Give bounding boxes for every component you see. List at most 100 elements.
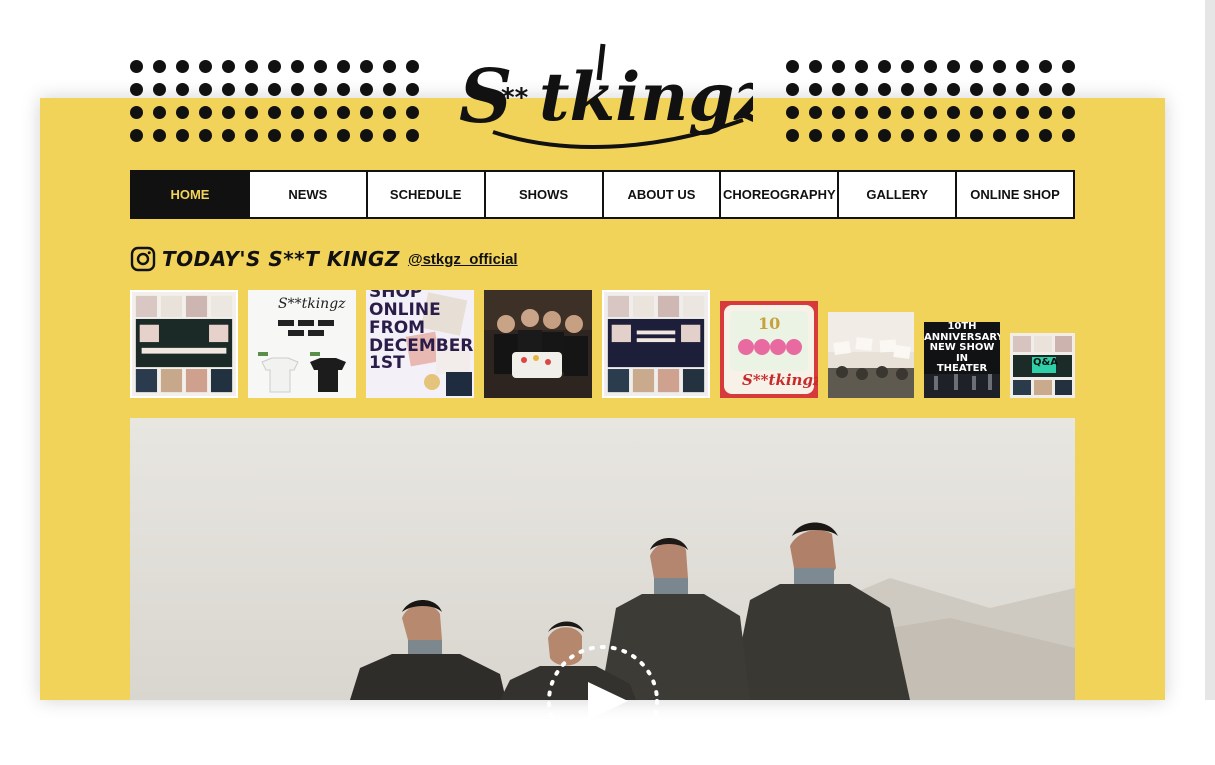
instagram-header: TODAY'S S**T KINGZ @stkgz_official <box>130 244 518 274</box>
dot <box>176 60 189 73</box>
dot <box>1016 60 1029 73</box>
nav-item-home[interactable]: HOME <box>132 172 248 217</box>
instagram-post[interactable]: S**tkingz <box>248 290 356 398</box>
instagram-handle-link[interactable]: @stkgz_official <box>408 251 518 268</box>
dot <box>786 129 799 142</box>
dot <box>878 106 891 119</box>
dot <box>406 83 419 96</box>
instagram-post[interactable] <box>484 290 592 398</box>
post-image <box>828 312 914 398</box>
dot <box>130 106 143 119</box>
dot <box>809 83 822 96</box>
dot <box>1016 83 1029 96</box>
post-image <box>604 292 708 396</box>
play-button[interactable] <box>544 642 662 760</box>
dot <box>809 60 822 73</box>
dot <box>832 83 845 96</box>
dot <box>222 129 235 142</box>
dot <box>993 83 1006 96</box>
dot <box>153 129 166 142</box>
dot <box>406 106 419 119</box>
dot <box>314 106 327 119</box>
dot <box>855 60 868 73</box>
dot <box>878 83 891 96</box>
post-image <box>1010 333 1075 398</box>
dot <box>878 129 891 142</box>
dot <box>1039 129 1052 142</box>
svg-text:S**tkingz: S**tkingz <box>278 296 346 312</box>
nav-item-shows[interactable]: SHOWS <box>485 172 602 217</box>
dot <box>337 83 350 96</box>
nav-item-schedule[interactable]: SCHEDULE <box>367 172 484 217</box>
dot <box>947 106 960 119</box>
dot <box>314 129 327 142</box>
post-image: S**tkingz <box>248 290 356 398</box>
dot <box>360 106 373 119</box>
nav-item-about-us[interactable]: ABOUT US <box>603 172 720 217</box>
instagram-post[interactable]: 10 S**tkingz <box>720 301 818 398</box>
post-image: 10 S**tkingz <box>720 301 818 398</box>
dot <box>291 129 304 142</box>
dot <box>993 60 1006 73</box>
dot <box>245 60 258 73</box>
dot <box>176 129 189 142</box>
instagram-post[interactable]: 10TH ANNIVERSARY NEW SHOW IN THEATER <box>924 322 1000 398</box>
dot <box>832 106 845 119</box>
dot <box>314 83 327 96</box>
dot <box>901 60 914 73</box>
dot <box>291 60 304 73</box>
nav-item-gallery[interactable]: GALLERY <box>839 172 956 217</box>
dot <box>809 106 822 119</box>
dot <box>245 83 258 96</box>
nav-item-choreography[interactable]: CHOREOGRAPHY <box>721 172 838 217</box>
instagram-post[interactable]: Q&A <box>1010 333 1075 398</box>
dot <box>1016 129 1029 142</box>
nav-item-news[interactable]: NEWS <box>249 172 366 217</box>
main-nav: HOME NEWS SCHEDULE SHOWS ABOUT US CHOREOGRAPH… <box>130 170 1075 219</box>
instagram-title: TODAY'S S**T KINGZ <box>162 247 400 271</box>
dot <box>1062 83 1075 96</box>
dot <box>130 129 143 142</box>
dot <box>947 83 960 96</box>
dot <box>924 129 937 142</box>
dot <box>1062 60 1075 73</box>
dot <box>924 60 937 73</box>
dot <box>970 106 983 119</box>
instagram-icon[interactable] <box>130 246 156 272</box>
dot <box>947 129 960 142</box>
dot <box>268 83 281 96</box>
dot <box>222 106 235 119</box>
dot <box>153 83 166 96</box>
dot <box>199 106 212 119</box>
post-image <box>484 290 592 398</box>
dot <box>199 83 212 96</box>
dot <box>337 60 350 73</box>
dot <box>924 106 937 119</box>
svg-text:tkingz: tkingz <box>539 58 753 136</box>
site-logo[interactable]: S ** tkingz <box>453 40 753 155</box>
svg-text:10: 10 <box>758 314 780 333</box>
dot <box>1062 106 1075 119</box>
scrollbar[interactable] <box>1205 0 1215 700</box>
dot <box>1062 129 1075 142</box>
instagram-post[interactable]: SHOP ONLINE FROM DECEMBER 1ST <box>366 290 474 398</box>
dot <box>924 83 937 96</box>
dot <box>130 60 143 73</box>
dot <box>268 129 281 142</box>
dot <box>855 129 868 142</box>
instagram-post[interactable] <box>602 290 710 398</box>
dot <box>1039 60 1052 73</box>
dot <box>786 83 799 96</box>
dot <box>383 106 396 119</box>
dot <box>360 129 373 142</box>
dot <box>970 129 983 142</box>
dot <box>970 83 983 96</box>
dot <box>406 60 419 73</box>
dot-pattern-right <box>786 60 1085 152</box>
nav-item-online-shop[interactable]: ONLINE SHOP <box>957 172 1073 217</box>
dot <box>337 106 350 119</box>
dot <box>130 83 143 96</box>
logo-image: S ** tkingz <box>459 43 753 149</box>
instagram-post[interactable] <box>130 290 238 398</box>
instagram-post[interactable] <box>828 312 914 398</box>
